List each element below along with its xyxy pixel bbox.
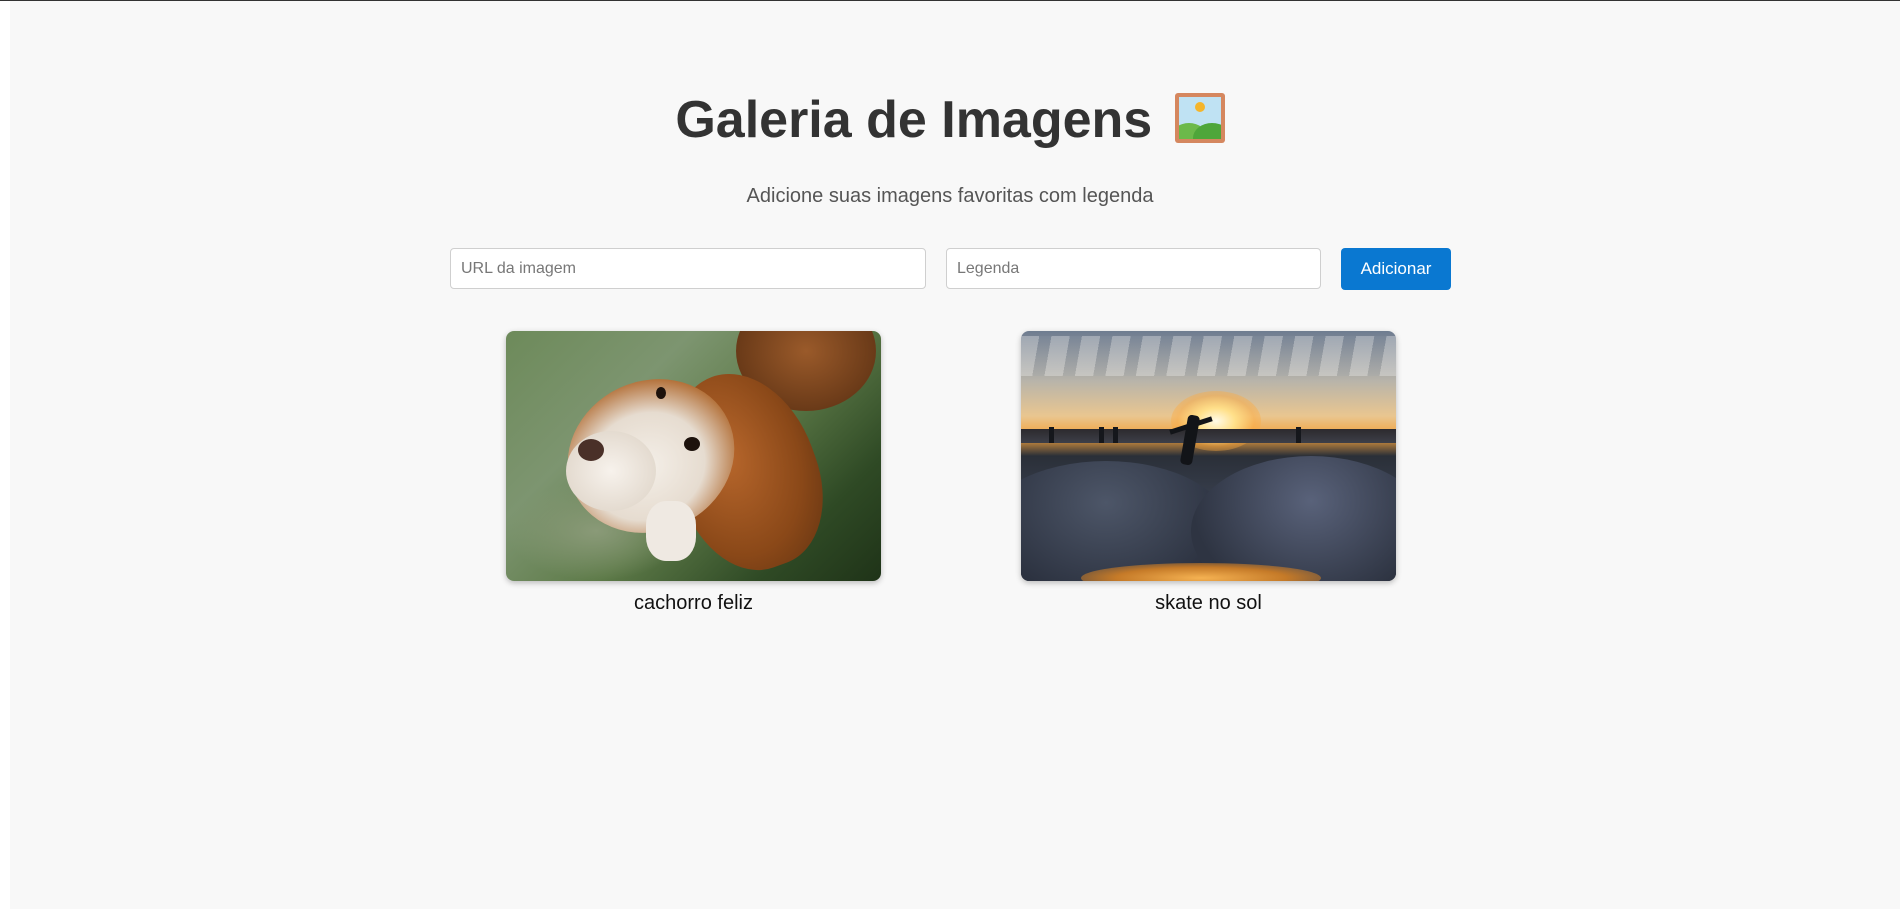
gallery-caption: cachorro feliz: [634, 592, 753, 614]
page-title-text: Galeria de Imagens: [675, 91, 1153, 149]
gallery-item: skate no sol: [1021, 331, 1396, 615]
add-image-button[interactable]: Adicionar: [1341, 248, 1451, 290]
gallery-caption: skate no sol: [1155, 592, 1262, 614]
gallery-image-dog: [506, 331, 881, 581]
caption-input[interactable]: [946, 248, 1321, 289]
framed-picture-icon: [1174, 93, 1225, 143]
gallery-item: cachorro feliz: [506, 331, 881, 615]
page-title: Galeria de Imagens: [0, 88, 1900, 152]
image-url-input[interactable]: [450, 248, 926, 289]
page-subtitle: Adicione suas imagens favoritas com lege…: [746, 185, 1154, 207]
gallery-image-skate: [1021, 331, 1396, 581]
